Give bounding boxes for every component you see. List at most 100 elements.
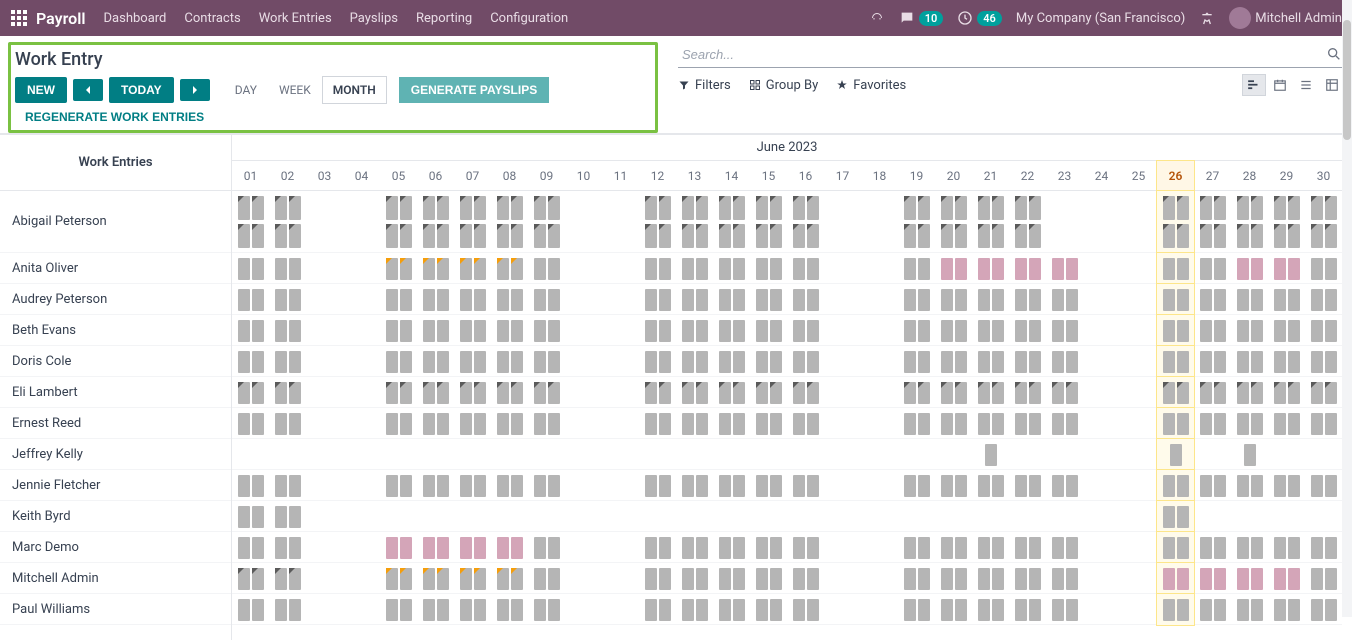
work-entry-block[interactable] xyxy=(1311,475,1323,497)
work-entry-block[interactable] xyxy=(1052,258,1064,280)
work-entry-block[interactable] xyxy=(1015,475,1027,497)
grid-cell[interactable] xyxy=(232,439,269,470)
work-entry-block[interactable] xyxy=(719,289,731,311)
grid-cell[interactable] xyxy=(1083,439,1120,470)
work-entry-block[interactable] xyxy=(1052,382,1064,404)
work-entry-block[interactable] xyxy=(904,413,916,435)
grid-cell[interactable] xyxy=(232,315,269,346)
work-entry-block[interactable] xyxy=(238,475,250,497)
work-entry-block[interactable] xyxy=(238,382,250,404)
work-entry-block[interactable] xyxy=(252,289,264,311)
work-entry-block[interactable] xyxy=(252,537,264,559)
work-entry-block[interactable] xyxy=(386,289,398,311)
grid-cell[interactable] xyxy=(269,470,306,501)
work-entry-block[interactable] xyxy=(733,568,745,590)
work-entry-block[interactable] xyxy=(497,351,509,373)
grid-cell[interactable] xyxy=(713,284,750,315)
grid-cell[interactable] xyxy=(972,594,1009,625)
work-entry-block[interactable] xyxy=(400,351,412,373)
work-entry-block[interactable] xyxy=(733,599,745,621)
grid-cell[interactable] xyxy=(824,191,861,253)
grid-cell[interactable] xyxy=(491,346,528,377)
grid-cell[interactable] xyxy=(935,470,972,501)
work-entry-block[interactable] xyxy=(1177,289,1189,311)
work-entry-block[interactable] xyxy=(1177,475,1189,497)
work-entry-block[interactable] xyxy=(497,289,509,311)
grid-cell[interactable] xyxy=(1305,377,1342,408)
grid-cell[interactable] xyxy=(676,284,713,315)
work-entry-block[interactable] xyxy=(992,413,1004,435)
grid-cell[interactable] xyxy=(602,408,639,439)
grid-cell[interactable] xyxy=(380,594,417,625)
grid-cell[interactable] xyxy=(232,284,269,315)
grid-cell[interactable] xyxy=(824,408,861,439)
work-entry-block[interactable] xyxy=(548,258,560,280)
grid-cell[interactable] xyxy=(935,315,972,346)
work-entry-block[interactable] xyxy=(941,413,953,435)
view-list[interactable] xyxy=(1294,74,1318,96)
work-entry-block[interactable] xyxy=(645,413,657,435)
grid-cell[interactable] xyxy=(491,253,528,284)
grid-cell[interactable] xyxy=(787,594,824,625)
work-entry-block[interactable] xyxy=(511,599,523,621)
work-entry-block[interactable] xyxy=(400,258,412,280)
grid-cell[interactable] xyxy=(1305,284,1342,315)
nav-reporting[interactable]: Reporting xyxy=(416,11,472,26)
grid-cell[interactable] xyxy=(602,253,639,284)
work-entry-block[interactable] xyxy=(1052,320,1064,342)
work-entry-block[interactable] xyxy=(275,382,287,404)
work-entry-block[interactable] xyxy=(696,320,708,342)
work-entry-block[interactable] xyxy=(1163,599,1175,621)
work-entry-block[interactable] xyxy=(400,475,412,497)
grid-cell[interactable] xyxy=(1305,191,1342,253)
work-entry-block[interactable] xyxy=(1251,258,1263,280)
work-entry-block[interactable] xyxy=(807,382,819,404)
grid-cell[interactable] xyxy=(1231,284,1268,315)
work-entry-block[interactable] xyxy=(1325,351,1337,373)
work-entry-block[interactable] xyxy=(1311,289,1323,311)
employee-row-label[interactable]: Jennie Fletcher xyxy=(0,470,231,501)
work-entry-block[interactable] xyxy=(1251,568,1263,590)
work-entry-block[interactable] xyxy=(955,320,967,342)
grid-cell[interactable] xyxy=(676,532,713,563)
work-entry-block[interactable] xyxy=(1015,568,1027,590)
grid-cell[interactable] xyxy=(306,284,343,315)
grid-cell[interactable] xyxy=(676,408,713,439)
grid-cell[interactable] xyxy=(750,315,787,346)
work-entry-block[interactable] xyxy=(992,537,1004,559)
work-entry-block[interactable] xyxy=(733,320,745,342)
grid-cell[interactable] xyxy=(1231,377,1268,408)
work-entry-block[interactable] xyxy=(252,351,264,373)
work-entry-block[interactable] xyxy=(386,475,398,497)
grid-cell[interactable] xyxy=(898,315,935,346)
work-entry-block[interactable] xyxy=(682,599,694,621)
grid-cell[interactable] xyxy=(787,501,824,532)
work-entry-block[interactable] xyxy=(423,351,435,373)
work-entry-block[interactable] xyxy=(659,568,671,590)
grid-cell[interactable] xyxy=(972,284,1009,315)
grid-cell[interactable] xyxy=(306,377,343,408)
grid-cell[interactable] xyxy=(787,532,824,563)
grid-cell[interactable] xyxy=(972,315,1009,346)
grid-cell[interactable] xyxy=(1157,377,1194,408)
work-entry-block[interactable] xyxy=(511,568,523,590)
grid-cell[interactable] xyxy=(306,408,343,439)
work-entry-block[interactable] xyxy=(423,320,435,342)
work-entry-block[interactable] xyxy=(437,568,449,590)
grid-cell[interactable] xyxy=(232,501,269,532)
grid-cell[interactable] xyxy=(713,377,750,408)
grid-cell[interactable] xyxy=(565,470,602,501)
grid-cell[interactable] xyxy=(343,253,380,284)
work-entry-block[interactable] xyxy=(1274,320,1286,342)
work-entry-block[interactable] xyxy=(400,413,412,435)
work-entry-block[interactable] xyxy=(904,475,916,497)
grid-cell[interactable] xyxy=(528,408,565,439)
work-entry-block[interactable] xyxy=(1214,413,1226,435)
work-entry-block[interactable] xyxy=(252,413,264,435)
grid-cell[interactable] xyxy=(1046,408,1083,439)
grid-cell[interactable] xyxy=(787,408,824,439)
grid-cell[interactable] xyxy=(639,315,676,346)
work-entry-block[interactable] xyxy=(275,506,287,528)
work-entry-block[interactable] xyxy=(1288,599,1300,621)
work-entry-block[interactable] xyxy=(918,258,930,280)
